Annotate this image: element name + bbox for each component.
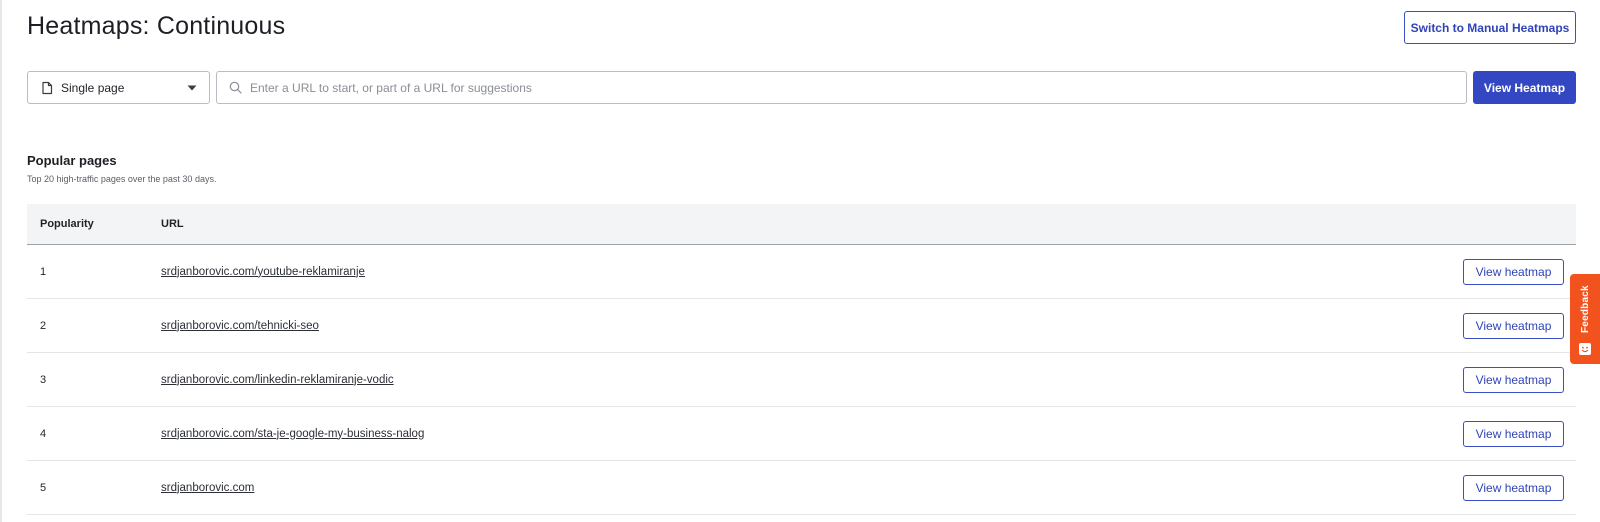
smiley-icon — [1579, 343, 1591, 355]
row-url-link[interactable]: srdjanborovic.com/linkedin-reklamiranje-… — [161, 374, 394, 386]
left-border — [0, 0, 2, 522]
table-row: 1 srdjanborovic.com/youtube-reklamiranje… — [27, 245, 1576, 299]
table-header: Popularity URL — [27, 204, 1576, 245]
row-view-heatmap-button[interactable]: View heatmap — [1463, 420, 1564, 447]
row-popularity: 5 — [40, 481, 47, 494]
row-popularity: 1 — [40, 265, 47, 278]
popular-pages-table: Popularity URL 1 srdjanborovic.com/youtu… — [27, 204, 1576, 515]
page-mode-selected-value: Single page — [61, 80, 125, 95]
row-url-link[interactable]: srdjanborovic.com/sta-je-google-my-busin… — [161, 428, 424, 440]
document-icon — [42, 81, 53, 94]
popular-pages-title: Popular pages — [27, 153, 117, 168]
switch-to-manual-heatmaps-button[interactable]: Switch to Manual Heatmaps — [1404, 11, 1576, 44]
table-row: 4 srdjanborovic.com/sta-je-google-my-bus… — [27, 407, 1576, 461]
row-url-link[interactable]: srdjanborovic.com/tehnicki-seo — [161, 320, 319, 332]
row-url-link[interactable]: srdjanborovic.com — [161, 482, 254, 494]
row-view-heatmap-button[interactable]: View heatmap — [1463, 474, 1564, 501]
column-header-url: URL — [161, 218, 184, 230]
table-row: 3 srdjanborovic.com/linkedin-reklamiranj… — [27, 353, 1576, 407]
popular-pages-subtitle: Top 20 high-traffic pages over the past … — [27, 174, 217, 184]
page: Heatmaps: Continuous Switch to Manual He… — [0, 0, 1600, 522]
row-url-link[interactable]: srdjanborovic.com/youtube-reklamiranje — [161, 266, 365, 278]
url-search-input[interactable] — [250, 72, 1454, 103]
row-popularity: 2 — [40, 319, 47, 332]
column-header-popularity: Popularity — [40, 218, 94, 230]
page-title: Heatmaps: Continuous — [27, 12, 286, 40]
row-view-heatmap-button[interactable]: View heatmap — [1463, 312, 1564, 339]
row-view-heatmap-button[interactable]: View heatmap — [1463, 366, 1564, 393]
table-row: 5 srdjanborovic.com View heatmap — [27, 461, 1576, 515]
row-view-heatmap-button[interactable]: View heatmap — [1463, 258, 1564, 285]
feedback-tab[interactable]: Feedback — [1570, 274, 1600, 364]
feedback-label: Feedback — [1579, 285, 1591, 333]
url-search-box — [216, 71, 1467, 104]
chevron-down-icon — [187, 85, 197, 90]
row-popularity: 4 — [40, 427, 47, 440]
table-row: 2 srdjanborovic.com/tehnicki-seo View he… — [27, 299, 1576, 353]
view-heatmap-button[interactable]: View Heatmap — [1473, 71, 1576, 104]
row-popularity: 3 — [40, 373, 47, 386]
page-mode-select[interactable]: Single page — [27, 71, 210, 104]
search-icon — [229, 81, 242, 94]
